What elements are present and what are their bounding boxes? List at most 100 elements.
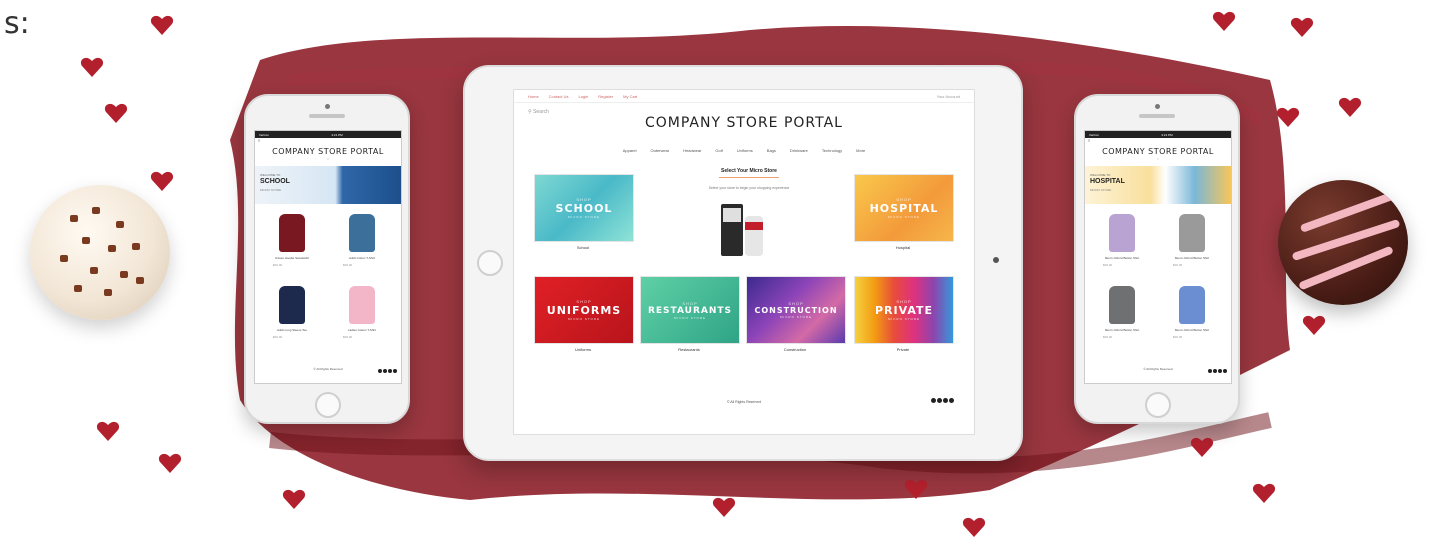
nav-item-technology[interactable]: Technology xyxy=(822,148,842,153)
phone-screen: Verizon 4:21 PM ≡ COMPANY STORE PORTAL •… xyxy=(254,130,402,384)
product-tumbler-image xyxy=(721,204,763,256)
banner-welcome-text: WELCOME TO xyxy=(1090,173,1111,177)
store-tile-uniforms[interactable]: SHOP UNIFORMS MICRO STORE xyxy=(534,276,634,344)
topbar-link-cart[interactable]: My Cart xyxy=(623,94,637,99)
nav-item-apparel[interactable]: Apparel xyxy=(623,148,637,153)
topbar-link-home[interactable]: Home xyxy=(528,94,539,99)
heart-candy-icon xyxy=(1302,314,1326,336)
heading-underline xyxy=(719,177,779,178)
tile-shop-label: SHOP xyxy=(896,299,912,304)
heart-candy-icon xyxy=(282,488,306,510)
camera-icon xyxy=(993,257,999,263)
nav-item-headwear[interactable]: Headwear xyxy=(683,148,701,153)
facebook-icon[interactable] xyxy=(1208,369,1212,373)
twitter-icon[interactable] xyxy=(937,398,942,403)
store-tile-hospital[interactable]: SHOP HOSPITAL MICRO STORE xyxy=(854,174,954,242)
tile-caption[interactable]: Private xyxy=(854,347,952,352)
tile-caption[interactable]: Hospital xyxy=(854,245,952,250)
nav-item-uniforms[interactable]: Uniforms xyxy=(737,148,753,153)
site-logo[interactable]: COMPANY STORE PORTAL xyxy=(255,147,401,156)
nav-item-drinkware[interactable]: Drinkware xyxy=(790,148,808,153)
select-store-subtitle: Select your store to begin your shopping… xyxy=(708,186,790,190)
shirt-image xyxy=(1179,286,1205,324)
store-tile-private[interactable]: SHOP PRIVATE MICRO STORE xyxy=(854,276,954,344)
product-card[interactable]: Men's Oxford Button Shirt $00.00 xyxy=(1095,210,1149,274)
tile-title: SCHOOL xyxy=(555,202,613,215)
home-button[interactable] xyxy=(315,392,341,418)
tile-caption[interactable]: Construction xyxy=(746,347,844,352)
shirt-image xyxy=(1179,214,1205,252)
nav-item-bags[interactable]: Bags xyxy=(767,148,776,153)
tile-title: UNIFORMS xyxy=(546,304,622,317)
carrier-label: Verizon xyxy=(259,132,270,137)
product-card[interactable]: Men's Oxford Button Shirt $00.00 xyxy=(1165,282,1219,346)
product-card[interactable]: Adult Cotton T-Shirt $00.00 xyxy=(335,210,389,274)
speaker-grille xyxy=(1139,114,1175,118)
topbar-link-login[interactable]: Login xyxy=(578,94,588,99)
facebook-icon[interactable] xyxy=(931,398,936,403)
hamburger-menu-icon[interactable]: ≡ xyxy=(1085,138,1231,145)
shirt-image xyxy=(349,214,375,252)
instagram-icon[interactable] xyxy=(943,398,948,403)
home-button[interactable] xyxy=(477,250,503,276)
product-card[interactable]: Unisex Hoodie Sweatshirt $00.00 xyxy=(265,210,319,274)
product-price: $00.00 xyxy=(273,335,283,339)
product-card[interactable]: Men's Oxford Button Shirt $00.00 xyxy=(1165,210,1219,274)
product-name: Men's Oxford Button Shirt xyxy=(1174,256,1210,260)
phone-screen: Verizon 4:21 PM ≡ COMPANY STORE PORTAL •… xyxy=(1084,130,1232,384)
tile-caption[interactable]: School xyxy=(534,245,632,250)
product-name: Adult Cotton T-Shirt xyxy=(348,256,376,260)
product-price: $00.00 xyxy=(1103,335,1113,339)
tile-caption[interactable]: Uniforms xyxy=(534,347,632,352)
nav-item-more[interactable]: More xyxy=(856,148,865,153)
pinterest-icon[interactable] xyxy=(1223,369,1227,373)
store-tile-construction[interactable]: SHOP CONSTRUCTION MICRO STORE xyxy=(746,276,846,344)
pinterest-icon[interactable] xyxy=(393,369,397,373)
pinterest-icon[interactable] xyxy=(949,398,954,403)
product-price: $00.00 xyxy=(343,335,353,339)
hospital-banner[interactable]: WELCOME TO HOSPITAL MICRO STORE xyxy=(1085,166,1231,204)
camera-icon xyxy=(325,104,330,109)
dots-icon: • xyxy=(327,156,329,161)
hamburger-menu-icon[interactable]: ≡ xyxy=(255,138,401,145)
heart-candy-icon xyxy=(158,452,182,474)
left-phone-device: Verizon 4:21 PM ≡ COMPANY STORE PORTAL •… xyxy=(244,94,410,424)
product-price: $00.00 xyxy=(273,263,283,267)
school-banner[interactable]: WELCOME TO SCHOOL MICRO STORE xyxy=(255,166,401,204)
banner-title: HOSPITAL xyxy=(1090,178,1125,185)
instagram-icon[interactable] xyxy=(1218,369,1222,373)
footer-copyright: © All Rights Reserved xyxy=(726,400,762,404)
shirt-image xyxy=(349,286,375,324)
store-tile-restaurants[interactable]: SHOP RESTAURANTS MICRO STORE xyxy=(640,276,740,344)
product-name: Adult Long Sleeve Tee xyxy=(277,328,307,332)
instagram-icon[interactable] xyxy=(388,369,392,373)
nav-item-outerwear[interactable]: Outerwear xyxy=(651,148,670,153)
twitter-icon[interactable] xyxy=(383,369,387,373)
product-card[interactable]: Men's Oxford Button Shirt $00.00 xyxy=(1095,282,1149,346)
topbar-link-contact[interactable]: Contact Us xyxy=(549,94,569,99)
banner-subtitle: MICRO STORE xyxy=(1090,188,1112,192)
account-link[interactable]: Your Account xyxy=(937,94,960,99)
facebook-icon[interactable] xyxy=(378,369,382,373)
search-icon[interactable]: ⚲ Search xyxy=(528,109,549,115)
nav-item-golf[interactable]: Golf xyxy=(715,148,722,153)
home-button[interactable] xyxy=(1145,392,1171,418)
tile-caption[interactable]: Restaurants xyxy=(640,347,738,352)
product-name: Men's Oxford Button Shirt xyxy=(1104,328,1140,332)
tile-subtitle: MICRO STORE xyxy=(887,317,921,321)
heart-candy-icon xyxy=(104,102,128,124)
topbar-link-register[interactable]: Register xyxy=(598,94,613,99)
product-price: $00.00 xyxy=(343,263,353,267)
product-card[interactable]: Adult Long Sleeve Tee $00.00 xyxy=(265,282,319,346)
twitter-icon[interactable] xyxy=(1213,369,1217,373)
banner-welcome-text: WELCOME TO xyxy=(260,173,281,177)
product-card[interactable]: Ladies Cotton T-Shirt $00.00 xyxy=(335,282,389,346)
heart-candy-icon xyxy=(1212,10,1236,32)
site-logo[interactable]: COMPANY STORE PORTAL xyxy=(645,115,843,131)
heart-candy-icon xyxy=(1338,96,1362,118)
banner-subtitle: MICRO STORE xyxy=(260,188,282,192)
store-tile-school[interactable]: SHOP SCHOOL MICRO STORE xyxy=(534,174,634,242)
site-logo[interactable]: COMPANY STORE PORTAL xyxy=(1085,147,1231,156)
product-price: $00.00 xyxy=(1173,335,1183,339)
product-name: Ladies Cotton T-Shirt xyxy=(347,328,377,332)
